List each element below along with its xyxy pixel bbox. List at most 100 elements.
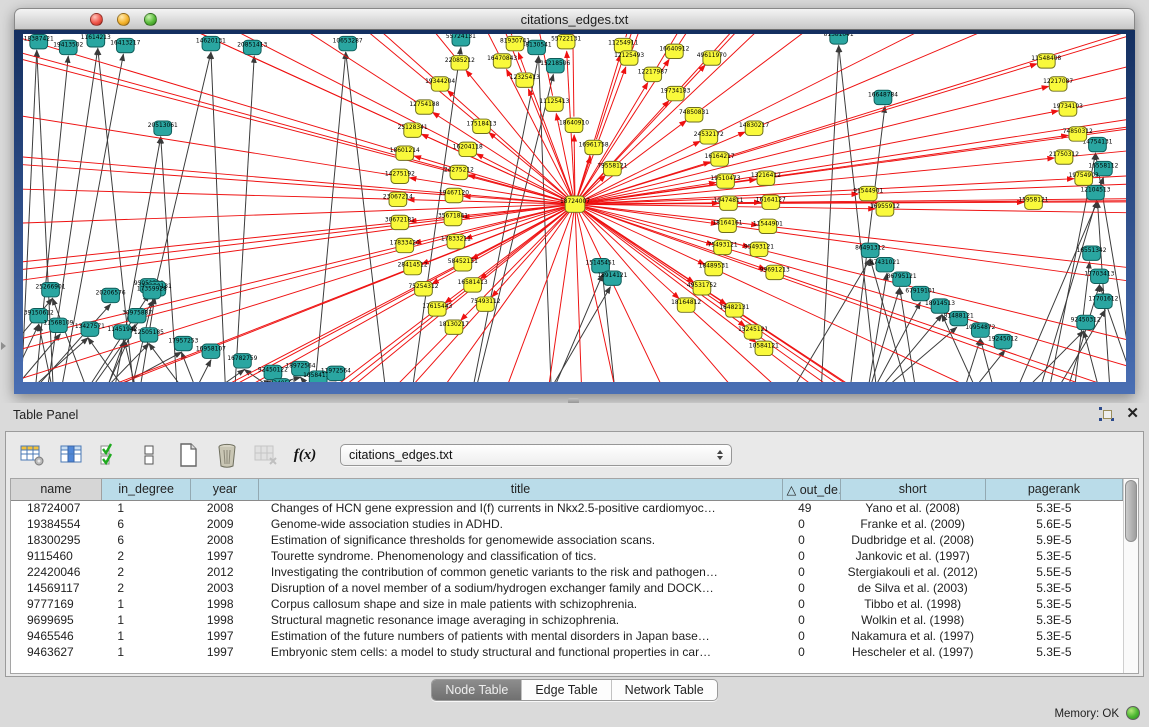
cell-name[interactable]: 9777169 — [11, 596, 101, 612]
cell-year[interactable]: 1997 — [191, 644, 259, 660]
graph-node[interactable]: 17359928 — [137, 284, 167, 298]
graph-node[interactable]: 18914121 — [597, 271, 627, 285]
table-settings-icon[interactable] — [18, 442, 46, 468]
table-row[interactable]: 1938455462009Genome-wide association stu… — [11, 516, 1123, 532]
cell-pagerank[interactable]: 5.6E-5 — [985, 516, 1122, 532]
column-header-year[interactable]: year — [191, 479, 259, 500]
cell-pagerank[interactable]: 5.3E-5 — [985, 500, 1122, 516]
graph-node[interactable]: 16551342 — [1077, 246, 1107, 260]
cell-pagerank[interactable]: 5.3E-5 — [985, 580, 1122, 596]
cell-short[interactable]: Franke et al. (2009) — [840, 516, 985, 532]
graph-node[interactable]: 17833420 — [390, 238, 420, 252]
graph-node[interactable]: 86795121 — [887, 272, 917, 286]
cell-title[interactable]: Corpus callosum shape and size in male p… — [259, 596, 782, 612]
cell-name[interactable]: 18724007 — [11, 500, 101, 516]
graph-node[interactable]: 81930741 — [500, 36, 530, 50]
cell-title[interactable]: Genome-wide association studies in ADHD. — [259, 516, 782, 532]
cell-out_de[interactable]: 0 — [782, 644, 840, 660]
graph-node[interactable]: 17518413 — [467, 119, 497, 133]
cell-out_de[interactable]: 0 — [782, 596, 840, 612]
graph-node[interactable]: 81381041 — [824, 34, 854, 44]
graph-node[interactable]: 67919101 — [905, 286, 935, 300]
cell-short[interactable]: Yano et al. (2008) — [840, 500, 985, 516]
cell-name[interactable]: 14569117 — [11, 580, 101, 596]
graph-node[interactable]: 16470843 — [487, 54, 517, 68]
cell-out_de[interactable]: 0 — [782, 516, 840, 532]
graph-node[interactable]: 19510473 — [711, 174, 741, 188]
graph-node[interactable]: 11548408 — [1031, 54, 1061, 68]
cell-year[interactable]: 2003 — [191, 580, 259, 596]
graph-node[interactable]: 19413502 — [53, 40, 83, 54]
cell-year[interactable]: 2008 — [191, 532, 259, 548]
graph-node[interactable]: 11544901 — [753, 219, 783, 233]
cell-title[interactable]: Disruption of a novel member of a sodium… — [259, 580, 782, 596]
cell-name[interactable]: 19384554 — [11, 516, 101, 532]
float-panel-icon[interactable] — [1099, 407, 1114, 421]
graph-node[interactable]: 16961758 — [579, 140, 609, 154]
cell-pagerank[interactable]: 5.3E-5 — [985, 548, 1122, 564]
graph-node[interactable]: 11568109 — [43, 318, 73, 332]
graph-node[interactable]: 16413217 — [110, 38, 140, 52]
graph-node[interactable]: 20513061 — [148, 121, 178, 135]
cell-in_degree[interactable]: 6 — [101, 532, 190, 548]
graph-node[interactable]: 18164812 — [671, 298, 701, 312]
cell-year[interactable]: 1998 — [191, 612, 259, 628]
column-header-short[interactable]: short — [840, 479, 985, 500]
graph-node[interactable]: 19754903 — [1069, 171, 1099, 185]
cell-out_de[interactable]: 0 — [782, 548, 840, 564]
graph-node[interactable]: 19734103 — [1053, 102, 1083, 116]
cell-out_de[interactable]: 0 — [782, 564, 840, 580]
graph-node[interactable]: 14275192 — [385, 169, 415, 183]
zoom-window-icon[interactable] — [144, 13, 157, 26]
cell-title[interactable]: Structural magnetic resonance image aver… — [259, 612, 782, 628]
cell-short[interactable]: Stergiakouli et al. (2012) — [840, 564, 985, 580]
graph-node[interactable]: 91544901 — [853, 186, 883, 200]
graph-node[interactable]: 79558121 — [597, 161, 627, 175]
cell-year[interactable]: 2008 — [191, 500, 259, 516]
column-display-icon[interactable] — [57, 442, 85, 468]
graph-node[interactable]: 14754131 — [1082, 137, 1112, 151]
cell-out_de[interactable]: 0 — [782, 580, 840, 596]
graph-node[interactable]: 15245121 — [738, 325, 768, 339]
cell-name[interactable]: 9463627 — [11, 644, 101, 660]
column-header-in_degree[interactable]: in_degree — [101, 479, 190, 500]
graph-node[interactable]: 12104513 — [1080, 185, 1110, 199]
cell-in_degree[interactable]: 1 — [101, 612, 190, 628]
cell-year[interactable]: 2009 — [191, 516, 259, 532]
graph-node[interactable]: 12125493 — [614, 51, 644, 65]
cell-short[interactable]: Wolkin et al. (1998) — [840, 612, 985, 628]
tab-node-table[interactable]: Node Table — [432, 680, 521, 700]
table-row[interactable]: 946554611997Estimation of the future num… — [11, 628, 1123, 644]
graph-node[interactable]: 24275212 — [444, 165, 474, 179]
cell-pagerank[interactable]: 5.3E-5 — [985, 596, 1122, 612]
column-header-title[interactable]: title — [259, 479, 782, 500]
graph-node[interactable]: 18130217 — [439, 320, 469, 334]
cell-short[interactable]: Jankovic et al. (1997) — [840, 548, 985, 564]
filter-checks-icon[interactable] — [96, 442, 124, 468]
graph-node[interactable]: 55724131 — [446, 34, 476, 46]
graph-node[interactable]: 18601214 — [390, 146, 420, 160]
cell-pagerank[interactable]: 5.3E-5 — [985, 628, 1122, 644]
cell-short[interactable]: Dudbridge et al. (2008) — [840, 532, 985, 548]
graph-node[interactable]: 14830217 — [739, 121, 769, 135]
graph-node[interactable]: 92450122 — [258, 365, 288, 379]
cell-year[interactable]: 1998 — [191, 596, 259, 612]
column-header-out_de[interactable]: △ out_de… — [782, 479, 840, 500]
cell-short[interactable]: Nakamura et al. (1997) — [840, 628, 985, 644]
close-window-icon[interactable] — [90, 13, 103, 26]
table-row[interactable]: 1872400712008Changes of HCN gene express… — [11, 500, 1123, 516]
row-height-icon[interactable] — [135, 442, 163, 468]
cell-in_degree[interactable]: 2 — [101, 564, 190, 580]
graph-node[interactable]: 10584121 — [749, 341, 779, 355]
graph-node[interactable]: 95493121 — [744, 242, 774, 256]
cell-name[interactable]: 22420046 — [11, 564, 101, 580]
cell-in_degree[interactable]: 2 — [101, 580, 190, 596]
graph-node[interactable]: 18914513 — [925, 299, 955, 313]
graph-node[interactable]: 49611970 — [697, 51, 727, 65]
table-row[interactable]: 1456911722003Disruption of a novel membe… — [11, 580, 1123, 596]
cell-name[interactable]: 9115460 — [11, 548, 101, 564]
cell-in_degree[interactable]: 1 — [101, 596, 190, 612]
table-select-dropdown[interactable]: citations_edges.txt — [340, 444, 732, 466]
cell-short[interactable]: de Silva et al. (2003) — [840, 580, 985, 596]
graph-node[interactable]: 75493112 — [470, 297, 500, 311]
